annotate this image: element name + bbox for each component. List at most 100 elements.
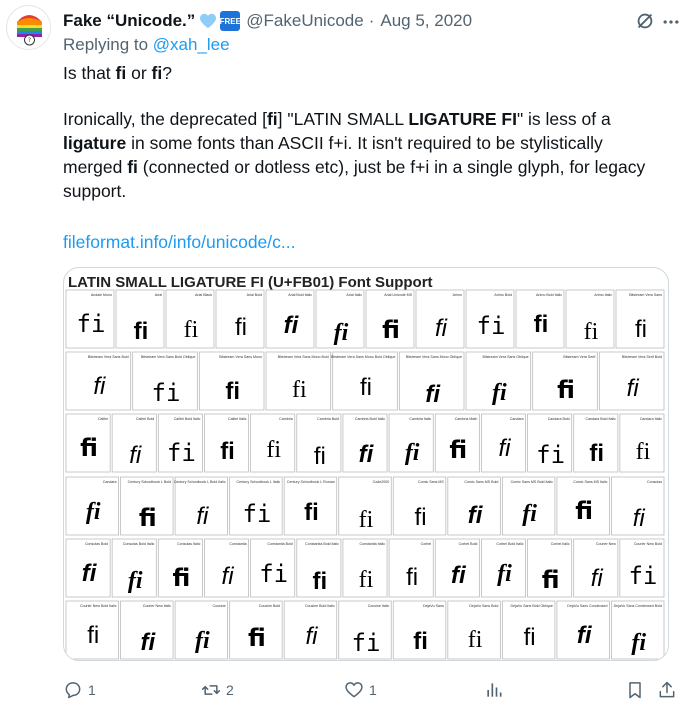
- ligature-glyph: fi: [406, 564, 418, 591]
- font-name-label: Arimo: [453, 293, 462, 297]
- font-name-label: Comic Sans MS Italic: [573, 480, 607, 484]
- reply-icon: [65, 682, 81, 699]
- font-name-label: Consolas Bold Italic: [123, 542, 155, 546]
- font-name-label: Bitstream Vera Serif Bold: [622, 355, 662, 359]
- replying-to-mention[interactable]: @xah_lee: [153, 35, 230, 54]
- font-name-label: Arimo Italic: [594, 293, 612, 297]
- ligature-glyph: fi: [575, 497, 593, 525]
- ligature-glyph: fi: [86, 499, 101, 525]
- user-handle[interactable]: @FakeUnicode: [246, 11, 363, 31]
- font-name-label: Constantia Bold Italic: [305, 542, 339, 546]
- text-run-bold: ligature: [63, 133, 127, 153]
- ligature-glyph: fi: [222, 563, 235, 590]
- ligature-glyph: fi: [536, 441, 565, 469]
- tweet-link[interactable]: fileformat.info/info/unicode/c...: [63, 230, 663, 254]
- font-name-label: DejaVu Sans Condensed Bold: [614, 604, 662, 608]
- ligature-glyph: fi: [304, 499, 319, 526]
- more-options-icon[interactable]: [660, 12, 682, 32]
- font-name-label: Candara Bold: [548, 417, 570, 421]
- bookmark-button[interactable]: [625, 680, 645, 700]
- font-name-label: Comic Sans MS Bold Italic: [511, 480, 554, 484]
- font-name-label: Bitstream Vera Sans Mono Bold: [278, 355, 329, 359]
- ligature-glyph: fi: [314, 443, 326, 470]
- font-name-label: Comic Sans MS: [418, 480, 444, 484]
- font-name-label: Bitstream Vera Sans Bold Oblique: [141, 355, 195, 359]
- font-name-label: Arial Black: [195, 293, 212, 297]
- font-name-label: Cousine Bold Italic: [305, 604, 335, 608]
- ligature-glyph: fi: [93, 373, 106, 400]
- bar-chart-icon: [487, 683, 502, 697]
- font-name-label: Constantia: [229, 542, 246, 546]
- share-button[interactable]: [657, 680, 677, 700]
- retweet-button[interactable]: 2: [201, 680, 234, 700]
- ligature-glyph: fi: [524, 624, 536, 651]
- reply-button[interactable]: 1: [63, 680, 96, 700]
- text-run-bold: fi: [266, 109, 278, 129]
- svg-text:?: ?: [28, 37, 31, 44]
- like-button[interactable]: 1: [344, 680, 377, 700]
- ligature-glyph: fi: [359, 441, 375, 468]
- font-name-label: Calibri Bold Italic: [174, 417, 201, 421]
- font-name-label: Arimo Bold: [494, 293, 512, 297]
- ligature-glyph: fi: [139, 504, 157, 532]
- text-run: ?: [162, 63, 172, 83]
- ligature-glyph: fi: [129, 442, 142, 469]
- blue-heart-icon: [200, 13, 217, 29]
- media-image[interactable]: LATIN SMALL LIGATURE FI (U+FB01) Font Su…: [63, 267, 669, 661]
- font-name-label: Comic Sans MS Bold: [464, 480, 498, 484]
- ligature-glyph: fi: [635, 316, 647, 343]
- views-button[interactable]: [484, 680, 504, 700]
- font-name-label: Bitstream Vera Sans Oblique: [483, 355, 529, 359]
- font-name-label: Code2000: [373, 480, 390, 484]
- ligature-glyph: fi: [627, 375, 640, 402]
- ligature-glyph: fi: [477, 312, 506, 340]
- font-name-label: Century Schoolbook L Italic: [237, 480, 281, 484]
- ligature-glyph: fi: [498, 435, 511, 462]
- ligature-glyph: fi: [631, 630, 646, 656]
- font-name-label: Andale Mono: [91, 293, 112, 297]
- ligature-glyph: fi: [522, 501, 537, 527]
- unicode-logo-icon: ?: [8, 7, 50, 49]
- ligature-glyph: fi: [497, 561, 512, 587]
- ligature-glyph: fi: [636, 439, 651, 465]
- ligature-glyph: fi: [589, 440, 604, 467]
- ligature-glyph: fi: [352, 629, 381, 657]
- text-run: " is less of a: [516, 109, 611, 129]
- font-name-label: Candara: [103, 480, 117, 484]
- action-bar: 1 2 1: [63, 680, 678, 702]
- heart-outline-icon: [345, 682, 363, 698]
- font-name-label: Cousine Bold: [259, 604, 280, 608]
- font-name-label: Corbel Bold: [459, 542, 478, 546]
- tweet-text-line1: Is that fi or fi?: [63, 61, 663, 85]
- ligature-glyph: fi: [195, 628, 210, 654]
- ligature-glyph: fi: [172, 564, 190, 592]
- font-support-grid: Andale Mono fi Arial fi Arial Black fi Arial B…: [65, 289, 665, 660]
- text-run: Ironically, the deprecated [: [63, 109, 267, 129]
- ligature-glyph: fi: [80, 434, 98, 462]
- font-name-label: Calibri Bold: [136, 417, 154, 421]
- font-name-label: Corbel: [421, 542, 432, 546]
- tweet-header: Fake “Unicode.” FREE @FakeUnicode · Aug …: [63, 9, 678, 33]
- font-name-label: DejaVu Sans Bold Oblique: [510, 604, 552, 608]
- ligature-glyph: fi: [77, 310, 106, 338]
- tweet-date[interactable]: Aug 5, 2020: [380, 11, 472, 31]
- display-name[interactable]: Fake “Unicode.”: [63, 11, 195, 31]
- avatar[interactable]: ?: [6, 5, 51, 50]
- ligature-glyph: fi: [584, 319, 599, 345]
- ligature-glyph: fi: [360, 374, 372, 401]
- font-name-label: Century Schoolbook L Roman: [287, 480, 335, 484]
- grok-icon[interactable]: [634, 10, 656, 32]
- font-name-label: Arial Bold Italic: [288, 293, 312, 297]
- ligature-glyph: fi: [266, 437, 281, 463]
- ligature-glyph: fi: [534, 311, 549, 338]
- font-name-label: Arial Italic: [346, 293, 362, 297]
- retweet-count: 2: [226, 682, 234, 698]
- font-name-label: Corbel Italic: [551, 542, 570, 546]
- font-name-label: Bitstream Vera Sans Mono: [219, 355, 262, 359]
- ligature-glyph: fi: [313, 568, 328, 595]
- font-name-label: Cambria Bold: [317, 417, 339, 421]
- text-run-bold: fi: [115, 63, 127, 83]
- font-name-label: Bitstream Vera Sans Mono Oblique: [406, 355, 462, 359]
- font-name-label: Cousine Italic: [368, 604, 390, 608]
- font-name-label: Calibri Italic: [228, 417, 247, 421]
